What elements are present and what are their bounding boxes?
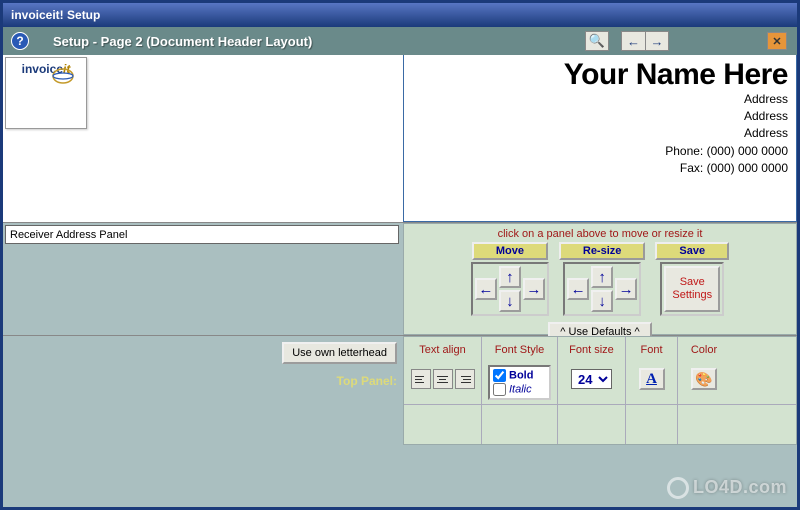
move-arrow-box: ← ↑ ↓ →	[471, 262, 549, 316]
prev-button[interactable]: ←	[621, 31, 645, 51]
bold-checkbox[interactable]	[493, 369, 506, 382]
globe-icon	[48, 66, 78, 86]
move-down-button[interactable]: ↓	[499, 290, 521, 312]
app-window: invoiceit! Setup ? Setup - Page 2 (Docum…	[0, 0, 800, 510]
nav-pair: ← →	[621, 31, 669, 51]
move-right-button[interactable]: →	[523, 278, 545, 300]
toolbar: ? Setup - Page 2 (Document Header Layout…	[3, 27, 797, 55]
font-size-col: Font size 24	[558, 337, 626, 404]
font-size-head: Font size	[564, 341, 619, 359]
bottom-area: Use own letterhead Top Panel: Text align…	[3, 335, 797, 445]
resize-down-button[interactable]: ↓	[591, 290, 613, 312]
font-size-select[interactable]: 24	[571, 369, 612, 389]
save-box: Save Settings	[660, 262, 724, 316]
font-style-body: Bold Italic	[488, 365, 551, 400]
top-panel-label: Top Panel:	[337, 374, 397, 388]
mid-area: click on a panel above to move or resize…	[3, 223, 797, 335]
resize-left-button[interactable]: ←	[567, 278, 589, 300]
color-body: 🎨	[684, 365, 724, 393]
logo-panel[interactable]: invoiceit	[5, 57, 87, 129]
watermark: LO4D.com	[667, 477, 787, 499]
text-align-head: Text align	[410, 341, 475, 359]
control-groups: Move ← ↑ ↓ → Re-size ←	[471, 242, 729, 316]
phone-line: Phone: (000) 000 0000	[412, 143, 788, 160]
toolbar-buttons: 🔍 ← →	[585, 31, 669, 51]
watermark-ring-icon	[667, 477, 689, 499]
font-style-head: Font Style	[488, 341, 551, 359]
format-row-empty	[404, 404, 796, 444]
fax-line: Fax: (000) 000 0000	[412, 160, 788, 177]
color-col: Color 🎨	[678, 337, 730, 404]
resize-group: Re-size ← ↑ ↓ →	[559, 242, 646, 316]
font-size-body: 24	[564, 365, 619, 393]
move-up-button[interactable]: ↑	[499, 266, 521, 288]
panel-controls: click on a panel above to move or resize…	[403, 223, 797, 335]
resize-vert: ↑ ↓	[591, 266, 613, 312]
format-table: Text align Font Style Bold Italic Fon	[404, 337, 796, 404]
resize-arrow-box: ← ↑ ↓ →	[563, 262, 641, 316]
watermark-text: LO4D.com	[693, 477, 787, 497]
move-vert: ↑ ↓	[499, 266, 521, 312]
close-button[interactable]: ✕	[767, 32, 787, 50]
italic-option[interactable]: Italic	[493, 383, 546, 397]
bold-option[interactable]: Bold	[493, 369, 546, 383]
window-title: invoiceit! Setup	[11, 8, 100, 22]
font-body: A	[632, 365, 671, 393]
color-picker-button[interactable]: 🎨	[691, 368, 717, 390]
preview-button[interactable]: 🔍	[585, 31, 609, 51]
resize-label: Re-size	[559, 242, 646, 260]
align-buttons	[410, 365, 475, 393]
format-panel: Text align Font Style Bold Italic Fon	[403, 336, 797, 445]
mid-left	[3, 223, 403, 335]
help-icon[interactable]: ?	[11, 32, 29, 50]
move-label: Move	[472, 242, 548, 260]
font-picker-button[interactable]: A	[639, 368, 665, 390]
page-title: Setup - Page 2 (Document Header Layout)	[53, 34, 585, 49]
magnifier-icon: 🔍	[589, 33, 605, 49]
text-align-col: Text align	[404, 337, 482, 404]
address-line-3: Address	[412, 125, 788, 142]
italic-checkbox[interactable]	[493, 383, 506, 396]
close-icon: ✕	[772, 35, 781, 48]
font-head: Font	[632, 341, 671, 359]
address-line-1: Address	[412, 91, 788, 108]
move-left-button[interactable]: ←	[475, 278, 497, 300]
save-settings-button[interactable]: Save Settings	[664, 266, 720, 312]
address-line-2: Address	[412, 108, 788, 125]
align-left-button[interactable]	[411, 369, 431, 389]
align-right-button[interactable]	[455, 369, 475, 389]
font-style-col: Font Style Bold Italic	[482, 337, 558, 404]
color-head: Color	[684, 341, 724, 359]
italic-label: Italic	[509, 383, 532, 395]
save-group: Save Save Settings	[655, 242, 729, 316]
font-col: Font A	[626, 337, 678, 404]
company-panel[interactable]: Your Name Here Address Address Address P…	[403, 55, 797, 222]
company-name: Your Name Here	[412, 59, 788, 91]
save-label: Save	[655, 242, 729, 260]
hint-text: click on a panel above to move or resize…	[498, 228, 703, 240]
receiver-address-input[interactable]	[5, 225, 399, 244]
header-layout-area[interactable]: invoiceit Your Name Here Address Address…	[3, 55, 797, 223]
bold-label: Bold	[509, 369, 533, 381]
use-own-letterhead-button[interactable]: Use own letterhead	[282, 342, 397, 364]
resize-right-button[interactable]: →	[615, 278, 637, 300]
next-button[interactable]: →	[645, 31, 669, 51]
resize-up-button[interactable]: ↑	[591, 266, 613, 288]
bottom-left: Use own letterhead Top Panel:	[3, 336, 403, 445]
titlebar: invoiceit! Setup	[3, 3, 797, 27]
align-center-button[interactable]	[433, 369, 453, 389]
move-group: Move ← ↑ ↓ →	[471, 242, 549, 316]
palette-icon: 🎨	[695, 371, 712, 388]
